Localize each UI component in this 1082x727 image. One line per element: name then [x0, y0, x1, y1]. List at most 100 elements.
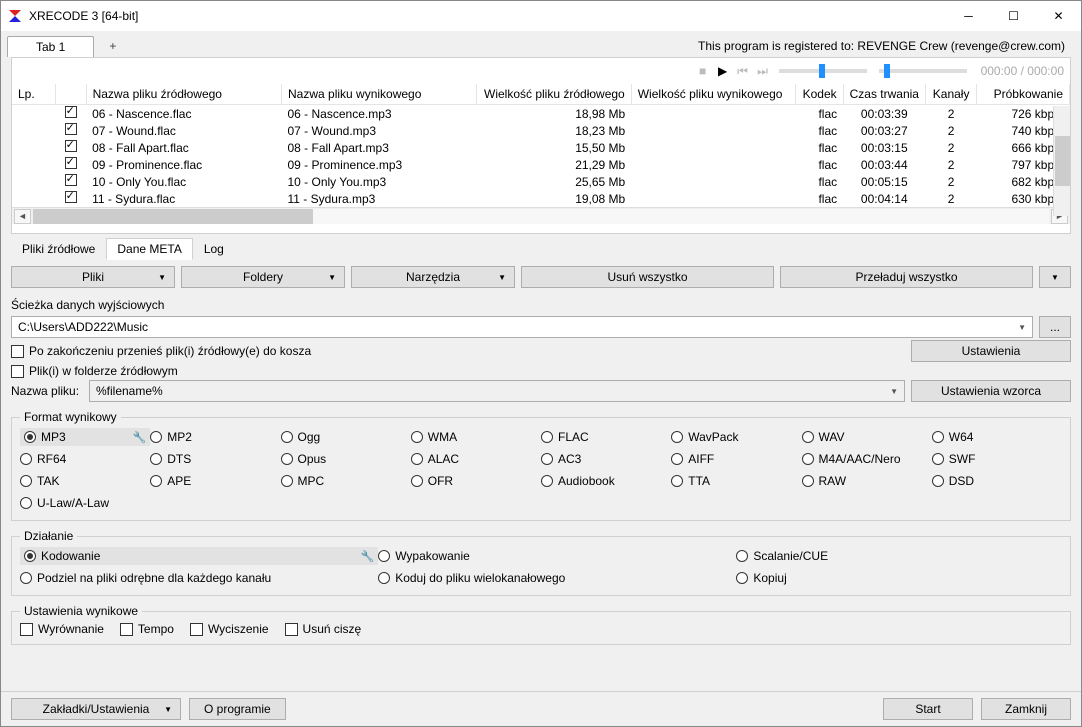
toolbar-extra-dropdown[interactable]: ▼ [1039, 266, 1071, 288]
col-dst[interactable]: Nazwa pliku wynikowego [282, 84, 477, 105]
horizontal-scrollbar[interactable]: ◄ ► [12, 207, 1070, 224]
format-radio-raw[interactable]: RAW [802, 472, 932, 490]
align-checkbox[interactable]: Wyrównanie [20, 622, 104, 636]
action-copy-radio[interactable]: Kopiuj [736, 569, 1062, 587]
footer-bar: Zakładki/Ustawienia▼ O programie Start Z… [1, 691, 1081, 726]
file-grid[interactable]: Lp. Nazwa pliku źródłowego Nazwa pliku w… [12, 84, 1070, 233]
main-toolbar: Pliki▼ Foldery▼ Narzędzia▼ Usuń wszystko… [11, 266, 1071, 288]
format-radio-swf[interactable]: SWF [932, 450, 1062, 468]
table-row[interactable]: 10 - Only You.flac10 - Only You.mp325,65… [12, 173, 1070, 190]
prev-button[interactable]: ⏮ [733, 61, 753, 81]
move-to-trash-checkbox[interactable]: Po zakończeniu przenieś plik(i) źródłowy… [11, 344, 311, 358]
format-radio-wma[interactable]: WMA [411, 428, 541, 446]
browse-button[interactable]: ... [1039, 316, 1071, 338]
wrench-icon[interactable]: 🔧 [360, 550, 374, 563]
seek-slider[interactable] [779, 69, 867, 73]
format-radio-mpc[interactable]: MPC [281, 472, 411, 490]
stop-button[interactable]: ■ [693, 61, 713, 81]
format-radio-mp2[interactable]: MP2 [150, 428, 280, 446]
output-path-combo[interactable]: C:\Users\ADD222\Music▼ [11, 316, 1033, 338]
col-dstsize[interactable]: Wielkość pliku wynikowego [631, 84, 796, 105]
tab-add-button[interactable]: + [98, 35, 127, 57]
mute-checkbox[interactable]: Wyciszenie [190, 622, 269, 636]
output-format-group: Format wynikowy MP3🔧MP2OggWMAFLACWavPack… [11, 410, 1071, 521]
format-radio-ape[interactable]: APE [150, 472, 280, 490]
player-bar: ■ ▶ ⏮ ⏭ 000:00 / 000:00 [12, 58, 1070, 84]
tools-dropdown[interactable]: Narzędzia▼ [351, 266, 515, 288]
col-dur[interactable]: Czas trwania [843, 84, 925, 105]
trim-silence-checkbox[interactable]: Usuń ciszę [285, 622, 362, 636]
tabs-settings-dropdown[interactable]: Zakładki/Ustawienia▼ [11, 698, 181, 720]
format-radio-m4aaacnero[interactable]: M4A/AAC/Nero [802, 450, 932, 468]
table-row[interactable]: 06 - Nascence.flac06 - Nascence.mp318,98… [12, 105, 1070, 123]
volume-slider[interactable] [879, 69, 967, 73]
format-radio-dts[interactable]: DTS [150, 450, 280, 468]
output-format-legend: Format wynikowy [20, 410, 121, 424]
format-radio-ac3[interactable]: AC3 [541, 450, 671, 468]
minimize-button[interactable]: ─ [946, 1, 991, 31]
tab-1[interactable]: Tab 1 [7, 36, 94, 57]
vertical-scrollbar[interactable] [1053, 106, 1070, 216]
start-button[interactable]: Start [883, 698, 973, 720]
action-split-radio[interactable]: Podziel na pliki odrębne dla każdego kan… [20, 569, 378, 587]
pattern-settings-button[interactable]: Ustawienia wzorca [911, 380, 1071, 402]
col-ch[interactable]: Kanały [925, 84, 976, 105]
about-button[interactable]: O programie [189, 698, 286, 720]
format-radio-flac[interactable]: FLAC [541, 428, 671, 446]
format-radio-wavpack[interactable]: WavPack [671, 428, 801, 446]
row-checkbox[interactable] [65, 106, 77, 118]
action-merge-radio[interactable]: Scalanie/CUE [736, 547, 1062, 565]
format-radio-rf64[interactable]: RF64 [20, 450, 150, 468]
row-checkbox[interactable] [65, 174, 77, 186]
scroll-left-icon[interactable]: ◄ [14, 209, 31, 224]
in-source-folder-checkbox[interactable]: Plik(i) w folderze źródłowym [11, 364, 178, 378]
row-checkbox[interactable] [65, 157, 77, 169]
col-codec[interactable]: Kodek [796, 84, 843, 105]
next-button[interactable]: ⏭ [753, 61, 773, 81]
wrench-icon[interactable]: 🔧 [133, 431, 147, 444]
tab-meta[interactable]: Dane META [106, 238, 192, 260]
table-row[interactable]: 08 - Fall Apart.flac08 - Fall Apart.mp31… [12, 139, 1070, 156]
format-radio-mp3[interactable]: MP3🔧 [20, 428, 150, 446]
row-checkbox[interactable] [65, 191, 77, 203]
close-app-button[interactable]: Zamknij [981, 698, 1071, 720]
table-row[interactable]: 09 - Prominence.flac09 - Prominence.mp32… [12, 156, 1070, 173]
col-rate[interactable]: Próbkowanie [977, 84, 1070, 105]
action-encode-radio[interactable]: Kodowanie🔧 [20, 547, 378, 565]
action-extract-radio[interactable]: Wypakowanie [378, 547, 736, 565]
format-radio-alac[interactable]: ALAC [411, 450, 541, 468]
format-radio-opus[interactable]: Opus [281, 450, 411, 468]
filename-label: Nazwa pliku: [11, 384, 83, 398]
col-check[interactable] [55, 84, 86, 105]
table-row[interactable]: 11 - Sydura.flac11 - Sydura.mp319,08 Mb … [12, 190, 1070, 207]
tab-log[interactable]: Log [193, 238, 235, 260]
folders-dropdown[interactable]: Foldery▼ [181, 266, 345, 288]
format-radio-w64[interactable]: W64 [932, 428, 1062, 446]
col-src[interactable]: Nazwa pliku źródłowego [86, 84, 281, 105]
tempo-checkbox[interactable]: Tempo [120, 622, 174, 636]
close-button[interactable]: ✕ [1036, 1, 1081, 31]
reload-all-button[interactable]: Przeładuj wszystko [780, 266, 1033, 288]
table-row[interactable]: 07 - Wound.flac07 - Wound.mp318,23 Mb fl… [12, 122, 1070, 139]
filename-pattern-combo[interactable]: %filename%▼ [89, 380, 905, 402]
col-lp[interactable]: Lp. [12, 84, 55, 105]
files-dropdown[interactable]: Pliki▼ [11, 266, 175, 288]
play-button[interactable]: ▶ [713, 61, 733, 81]
format-radio-tak[interactable]: TAK [20, 472, 150, 490]
row-checkbox[interactable] [65, 140, 77, 152]
format-radio-ulawalaw[interactable]: U-Law/A-Law [20, 494, 150, 512]
format-radio-dsd[interactable]: DSD [932, 472, 1062, 490]
format-radio-wav[interactable]: WAV [802, 428, 932, 446]
format-radio-ogg[interactable]: Ogg [281, 428, 411, 446]
remove-all-button[interactable]: Usuń wszystko [521, 266, 774, 288]
format-radio-aiff[interactable]: AIFF [671, 450, 801, 468]
format-radio-tta[interactable]: TTA [671, 472, 801, 490]
row-checkbox[interactable] [65, 123, 77, 135]
tab-source-files[interactable]: Pliki źródłowe [11, 238, 106, 260]
maximize-button[interactable]: ☐ [991, 1, 1036, 31]
action-multich-radio[interactable]: Koduj do pliku wielokanałowego [378, 569, 736, 587]
settings-button[interactable]: Ustawienia [911, 340, 1071, 362]
format-radio-ofr[interactable]: OFR [411, 472, 541, 490]
col-srcsize[interactable]: Wielkość pliku źródłowego [477, 84, 631, 105]
format-radio-audiobook[interactable]: Audiobook [541, 472, 671, 490]
